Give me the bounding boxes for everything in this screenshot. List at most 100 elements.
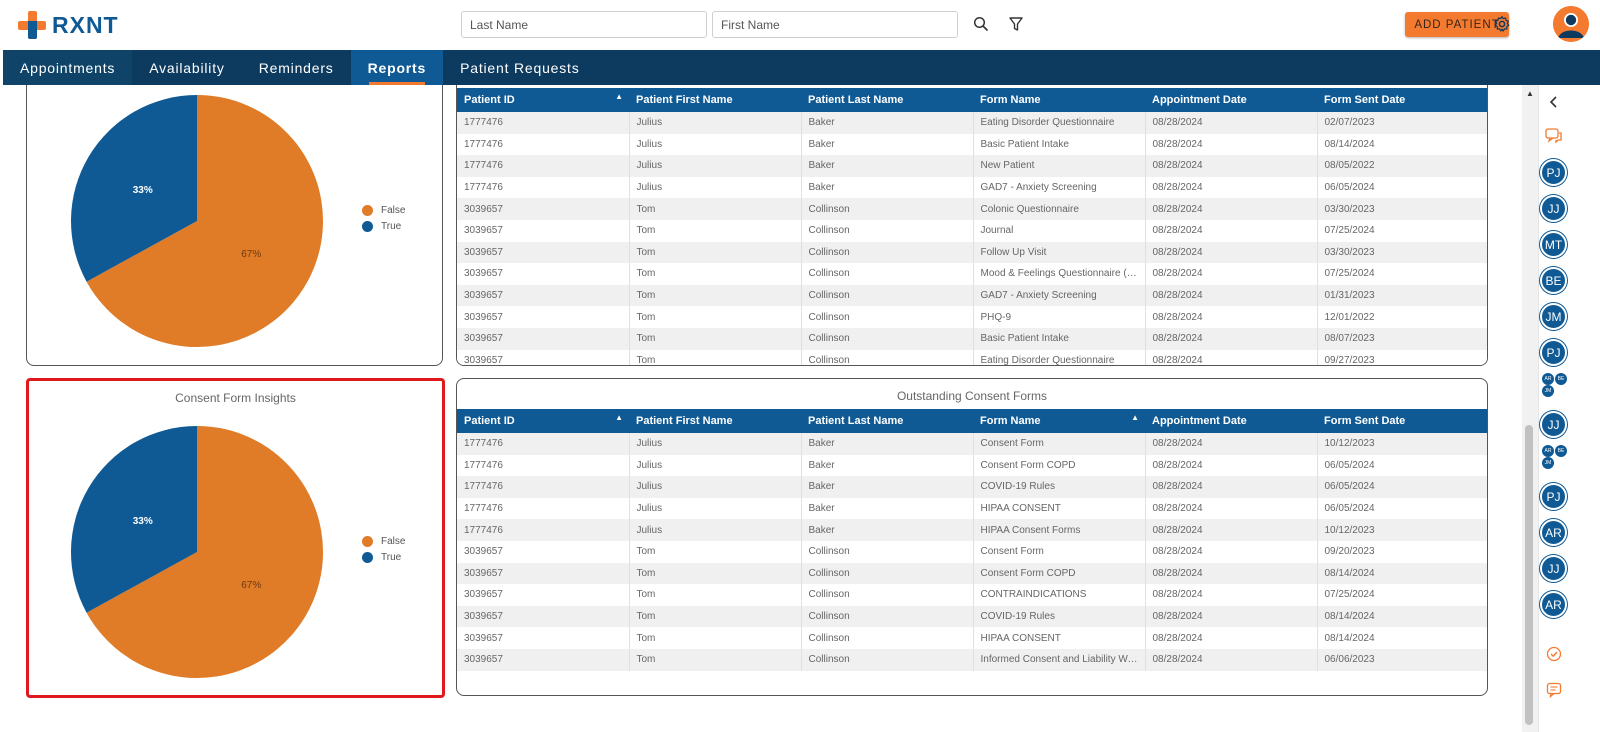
rail-user-avatar[interactable]: MT [1540,231,1567,258]
table-row[interactable]: 1777476 Julius Baker HIPAA CONSENT 08/28/202… [457,497,1487,520]
table-cell: Eating Disorder Questionnaire [973,349,1146,365]
table-row[interactable]: 1777476 Julius Baker Consent Form COPD 08/28… [457,454,1487,477]
table-row[interactable]: 1777476 Julius Baker Consent Form 08/28/2024… [457,433,1487,455]
column-header[interactable]: Form Name [973,88,1145,112]
sort-arrow-icon[interactable]: ▲ [1131,413,1139,422]
rail-group-avatar[interactable]: AR [1542,373,1554,385]
rail-user-avatar[interactable]: JM [1540,303,1567,330]
table-row[interactable]: 3039657 Tom Collinson Mood & Feelings Quest… [457,263,1487,285]
task-check-icon[interactable] [1545,645,1563,663]
column-header[interactable]: Patient First Name [629,409,801,433]
nav-appointments[interactable]: Appointments [3,50,133,85]
gear-icon[interactable] [1491,13,1513,35]
column-header[interactable]: Form Sent Date [1317,88,1487,112]
rail-user-avatar[interactable]: BE [1540,267,1567,294]
rail-group-avatar[interactable]: JM [1542,385,1554,397]
rail-user-avatar[interactable]: JJ [1540,555,1567,582]
column-header[interactable]: Appointment Date [1145,409,1317,433]
table-row[interactable]: 3039657 Tom Collinson Journal 08/28/2024 07/2… [457,219,1487,242]
message-icon[interactable] [1545,681,1563,699]
table-cell: 08/28/2024 [1145,584,1318,606]
table-cell: Baker [801,176,974,199]
table-row[interactable]: 3039657 Tom Collinson Basic Patient Intake 0… [457,327,1487,350]
column-header[interactable]: Appointment Date [1145,88,1317,112]
collapse-chevron-icon[interactable] [1545,93,1563,111]
table-row[interactable]: 3039657 Tom Collinson PHQ-9 08/28/2024 12/01/… [457,306,1487,328]
rail-user-avatar[interactable]: PJ [1540,483,1567,510]
nav-patient-requests[interactable]: Patient Requests [443,50,596,85]
scroll-up-icon[interactable]: ▲ [1526,89,1534,98]
table-cell: Collinson [801,584,974,606]
column-header[interactable]: Patient ID ▲ [457,409,629,433]
table-row[interactable]: 3039657 Tom Collinson Eating Disorder Quest… [457,349,1487,365]
table-cell: 06/05/2024 [1317,497,1487,520]
table-row[interactable]: 3039657 Tom Collinson Consent Form 08/28/202… [457,540,1487,563]
table-row[interactable]: 1777476 Julius Baker COVID-19 Rules 08/28/20… [457,476,1487,498]
rail-user-avatar[interactable]: PJ [1540,159,1567,186]
table-cell: 08/14/2024 [1317,627,1487,649]
rail-user-avatar[interactable]: JJ [1540,195,1567,222]
table-row[interactable]: 1777476 Julius Baker New Patient 08/28/2024 0… [457,155,1487,177]
table-cell: Tom [629,241,802,264]
rail-user-avatar[interactable]: PJ [1540,339,1567,366]
user-avatar[interactable] [1553,6,1589,42]
column-header[interactable]: Form Name ▲ [973,409,1145,433]
table-cell: 1777476 [457,133,630,156]
table-cell: 1777476 [457,155,630,177]
column-header[interactable]: Form Sent Date [1317,409,1487,433]
column-header[interactable]: Patient Last Name [801,409,973,433]
table-cell: 1777476 [457,497,630,520]
table-row[interactable]: 1777476 Julius Baker Basic Patient Intake 08… [457,133,1487,156]
table-row[interactable]: 3039657 Tom Collinson Follow Up Visit 08/28/… [457,241,1487,264]
consent-form-insights-card[interactable]: Consent Form Insights 67% 33% False True [26,378,445,698]
rail-group-avatar[interactable]: JM [1542,457,1554,469]
nav-availability[interactable]: Availability [132,50,242,85]
table-row[interactable]: 3039657 Tom Collinson HIPAA CONSENT 08/28/20… [457,627,1487,649]
form-insights-chart-card: 67% 33% False True [26,85,443,366]
consent-form-insights-pie-chart: 67% 33% [70,426,324,678]
page-scrollbar[interactable]: ▲ [1522,85,1538,732]
rail-user-avatar[interactable]: AR [1540,591,1567,618]
column-header[interactable]: Patient First Name [629,88,801,112]
rail-group-avatar[interactable]: BE [1555,445,1567,457]
table-cell: 08/14/2024 [1317,605,1487,628]
table-row[interactable]: 3039657 Tom Collinson COVID-19 Rules 08/28/2… [457,605,1487,628]
nav-reports[interactable]: Reports [350,50,444,85]
table-cell: 3039657 [457,584,630,606]
table-row[interactable]: 3039657 Tom Collinson GAD7 - Anxiety Screen… [457,284,1487,307]
table-row[interactable]: 3039657 Tom Collinson CONTRAINDICATIONS 08/2… [457,584,1487,606]
table-cell: 3039657 [457,627,630,649]
first-name-search-input[interactable] [712,11,958,38]
column-header[interactable]: Patient ID ▲ [457,88,629,112]
rxnt-logo[interactable]: RXNT [18,10,119,40]
column-header[interactable]: Patient Last Name [801,88,973,112]
nav-reminders[interactable]: Reminders [242,50,351,85]
scroll-thumb[interactable] [1525,425,1533,725]
sort-arrow-icon[interactable]: ▲ [615,92,623,101]
search-icon[interactable] [970,13,992,35]
table-row[interactable]: 3039657 Tom Collinson Informed Consent and … [457,648,1487,671]
table-cell: Baker [801,519,974,541]
table-cell: Follow Up Visit [973,241,1146,264]
table-row[interactable]: 1777476 Julius Baker HIPAA Consent Forms 08/… [457,519,1487,541]
table-row[interactable]: 3039657 Tom Collinson Colonic Questionnaire… [457,198,1487,220]
legend-dot [362,220,373,232]
chat-bubbles-icon[interactable] [1545,127,1563,145]
table-cell: Mood & Feelings Questionnaire (MFQ... [973,263,1146,285]
table-cell: 08/14/2024 [1317,133,1487,156]
table-row[interactable]: 1777476 Julius Baker GAD7 - Anxiety Screeni… [457,176,1487,199]
table-row[interactable]: 1777476 Julius Baker Eating Disorder Questi… [457,112,1487,134]
table-row[interactable]: 3039657 Tom Collinson Consent Form COPD 08/2… [457,562,1487,585]
rail-user-avatar[interactable]: JJ [1540,411,1567,438]
rail-group-avatar[interactable]: AR [1542,445,1554,457]
filter-icon[interactable] [1005,13,1027,35]
sort-arrow-icon[interactable]: ▲ [615,413,623,422]
rail-group-avatar[interactable]: BE [1555,373,1567,385]
last-name-search-input[interactable] [461,11,707,38]
table-cell: Tom [629,648,802,671]
table-cell: Basic Patient Intake [973,327,1146,350]
rail-user-avatar[interactable]: AR [1540,519,1567,546]
table-cell: Collinson [801,241,974,264]
table-cell: New Patient [973,155,1146,177]
outstanding-consent-forms-title: Outstanding Consent Forms [896,389,1048,403]
